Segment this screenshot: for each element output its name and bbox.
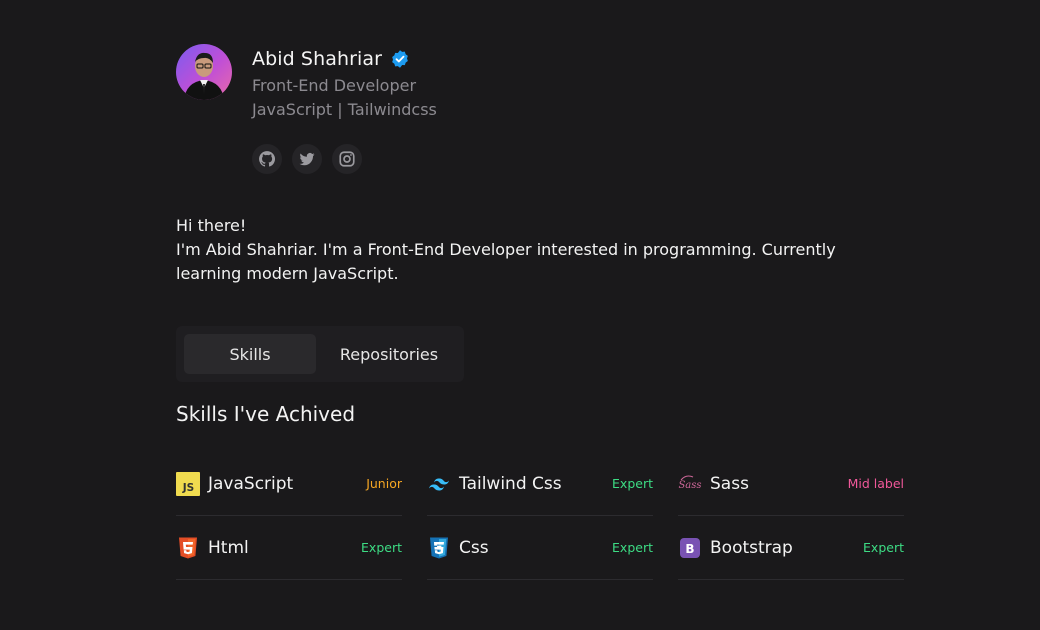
skill-level: Mid label (847, 476, 904, 491)
skill-item-tailwind: Tailwind Css Expert (427, 452, 653, 516)
profile-header: Abid Shahriar Front-End Developer JavaSc… (176, 44, 904, 174)
svg-text:B: B (685, 542, 694, 556)
instagram-link[interactable] (332, 144, 362, 174)
tab-skills[interactable]: Skills (184, 334, 316, 374)
github-link[interactable] (252, 144, 282, 174)
name-row: Abid Shahriar (252, 44, 437, 74)
tailwind-icon (427, 472, 451, 496)
css-icon (427, 536, 451, 560)
skill-item-css: Css Expert (427, 516, 653, 580)
svg-text:Sass: Sass (678, 480, 701, 491)
html-icon (176, 536, 200, 560)
bio-greeting: Hi there! (176, 216, 247, 235)
profile-stack: JavaScript | Tailwindcss (252, 100, 437, 119)
skill-name: Bootstrap (710, 537, 793, 558)
skill-item-javascript: JS JavaScript Junior (176, 452, 402, 516)
bio-text: I'm Abid Shahriar. I'm a Front-End Devel… (176, 240, 836, 283)
sass-icon: Sass (678, 472, 702, 496)
social-links (252, 144, 437, 174)
skill-name: Sass (710, 473, 749, 494)
profile-role: Front-End Developer (252, 76, 417, 95)
tab-repositories[interactable]: Repositories (322, 334, 456, 374)
bootstrap-icon: B (678, 536, 702, 560)
skill-item-sass: Sass Sass Mid label (678, 452, 904, 516)
github-icon (259, 151, 276, 167)
skill-name: JavaScript (208, 473, 294, 494)
skill-item-bootstrap: B Bootstrap Expert (678, 516, 904, 580)
skill-level: Expert (863, 540, 904, 555)
avatar (176, 44, 232, 100)
profile-page: Abid Shahriar Front-End Developer JavaSc… (176, 44, 904, 580)
bio: Hi there! I'm Abid Shahriar. I'm a Front… (176, 214, 904, 286)
skill-level: Expert (612, 476, 653, 491)
skill-level: Expert (612, 540, 653, 555)
skill-level: Junior (366, 476, 402, 491)
instagram-icon (339, 151, 355, 167)
profile-name: Abid Shahriar (252, 48, 383, 70)
twitter-icon (299, 152, 315, 166)
skill-level: Expert (361, 540, 402, 555)
skill-name: Html (208, 537, 249, 558)
skill-name: Tailwind Css (459, 473, 562, 494)
javascript-icon: JS (176, 471, 200, 496)
tab-bar: Skills Repositories (176, 326, 464, 382)
profile-info: Abid Shahriar Front-End Developer JavaSc… (252, 44, 437, 174)
twitter-link[interactable] (292, 144, 322, 174)
skill-item-html: Html Expert (176, 516, 402, 580)
skill-name: Css (459, 537, 489, 558)
skills-title: Skills I've Achived (176, 402, 356, 426)
verified-badge-icon (390, 49, 410, 69)
svg-text:JS: JS (182, 482, 194, 494)
skills-grid: JS JavaScript Junior Tailwind Css Expert (176, 452, 904, 580)
